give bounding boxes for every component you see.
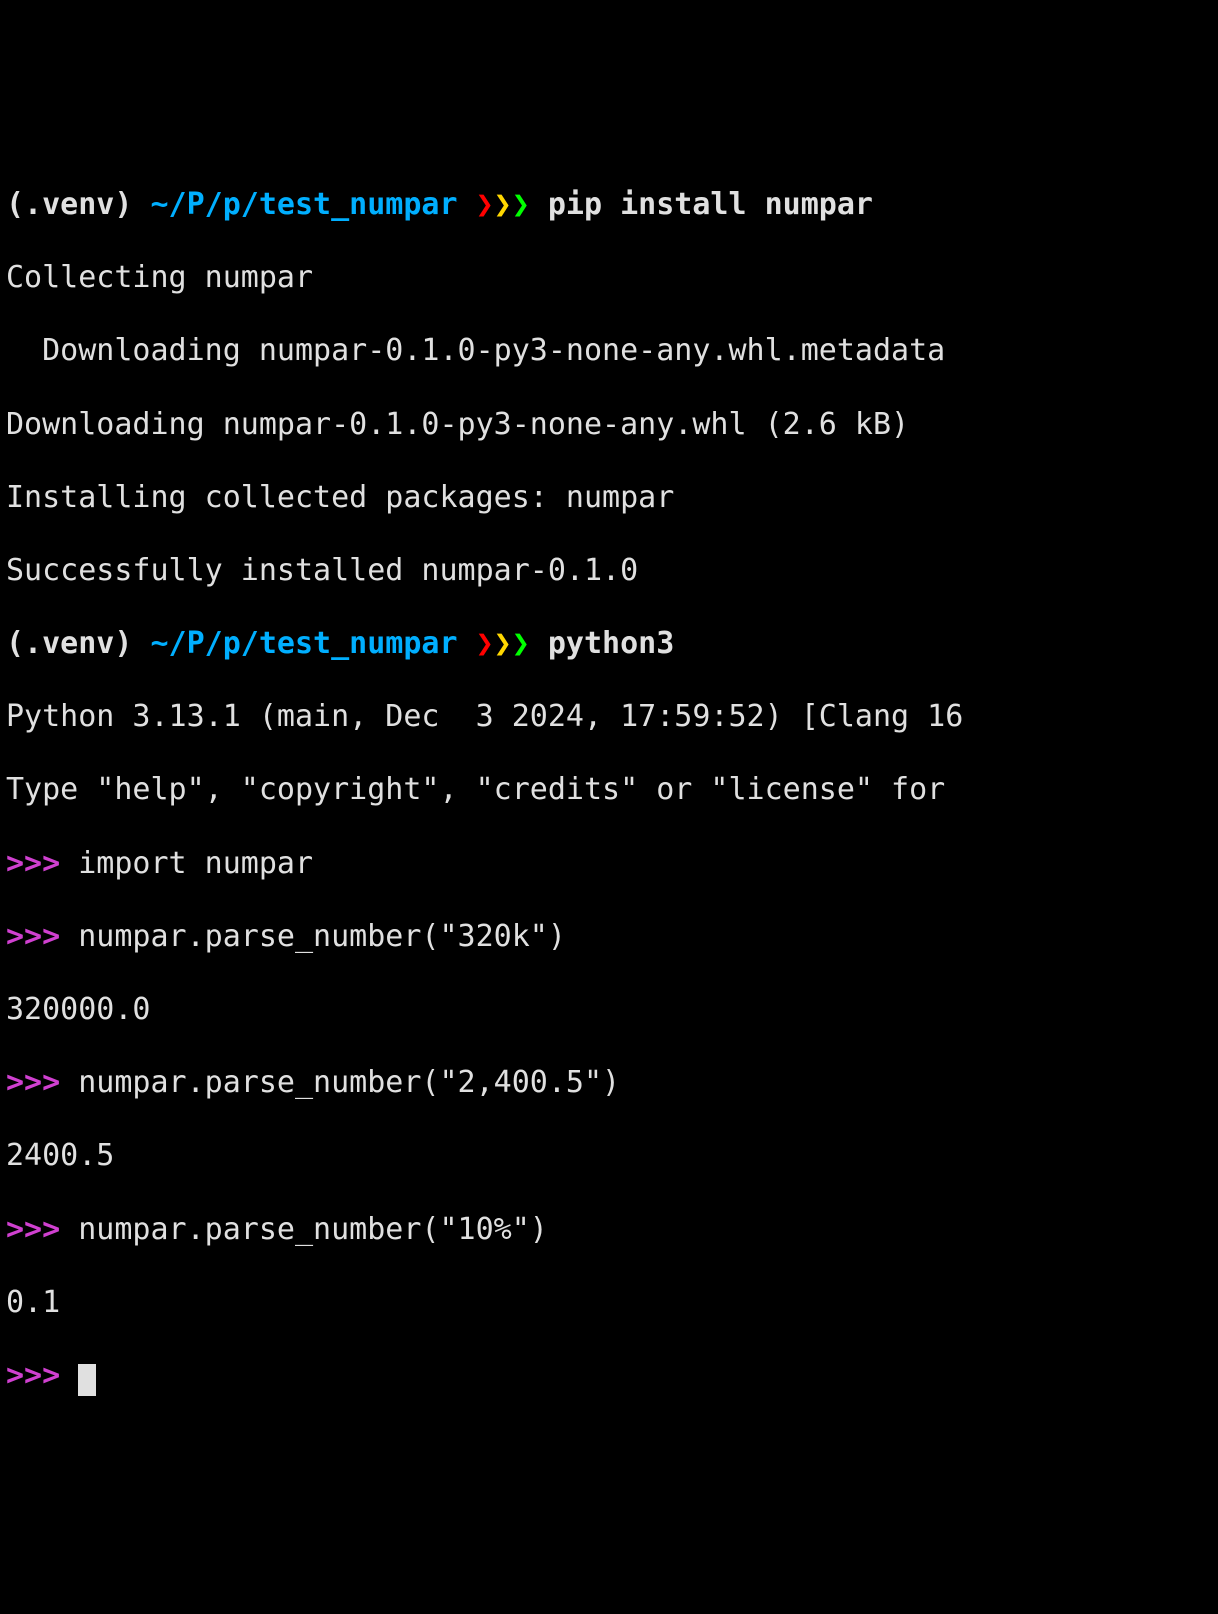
python-input: numpar.parse_number("320k") bbox=[78, 919, 566, 954]
cursor-icon bbox=[78, 1364, 96, 1396]
command-text: python3 bbox=[548, 626, 674, 661]
prompt-chevron-icon: ❯ bbox=[512, 187, 530, 222]
pip-output-line: Installing collected packages: numpar bbox=[6, 480, 1212, 517]
cwd-path: ~/P/p/test_numpar bbox=[151, 187, 458, 222]
pip-output-line: Downloading numpar-0.1.0-py3-none-any.wh… bbox=[6, 407, 1212, 444]
python-input: numpar.parse_number("2,400.5") bbox=[78, 1065, 620, 1100]
prompt-chevron-icon: ❯ bbox=[476, 626, 494, 661]
python-input: import numpar bbox=[78, 846, 313, 881]
python-repl-line: >>> numpar.parse_number("10%") bbox=[6, 1212, 1212, 1249]
prompt-chevron-icon: ❯ bbox=[476, 187, 494, 222]
pip-output-line: Successfully installed numpar-0.1.0 bbox=[6, 553, 1212, 590]
python-repl-line: >>> numpar.parse_number("320k") bbox=[6, 919, 1212, 956]
python-prompt: >>> bbox=[6, 1212, 60, 1247]
python-repl-line: >>> import numpar bbox=[6, 846, 1212, 883]
prompt-chevron-icon: ❯ bbox=[494, 626, 512, 661]
prompt-chevron-icon: ❯ bbox=[512, 626, 530, 661]
prompt-chevron-icon: ❯ bbox=[494, 187, 512, 222]
shell-prompt-line: (.venv) ~/P/p/test_numpar ❯❯❯ pip instal… bbox=[6, 187, 1212, 224]
python-input: numpar.parse_number("10%") bbox=[78, 1212, 548, 1247]
python-repl-line: >>> numpar.parse_number("2,400.5") bbox=[6, 1065, 1212, 1102]
python-prompt: >>> bbox=[6, 1358, 60, 1393]
python-output: 0.1 bbox=[6, 1285, 1212, 1322]
venv-indicator: (.venv) bbox=[6, 187, 132, 222]
pip-output-line: Collecting numpar bbox=[6, 260, 1212, 297]
python-prompt: >>> bbox=[6, 1065, 60, 1100]
python-prompt: >>> bbox=[6, 846, 60, 881]
python-output: 320000.0 bbox=[6, 992, 1212, 1029]
python-repl-line[interactable]: >>> bbox=[6, 1358, 1212, 1395]
python-prompt: >>> bbox=[6, 919, 60, 954]
shell-prompt-line: (.venv) ~/P/p/test_numpar ❯❯❯ python3 bbox=[6, 626, 1212, 663]
python-output: 2400.5 bbox=[6, 1138, 1212, 1175]
terminal[interactable]: (.venv) ~/P/p/test_numpar ❯❯❯ pip instal… bbox=[6, 150, 1212, 1431]
python-banner: Type "help", "copyright", "credits" or "… bbox=[6, 772, 1212, 809]
python-banner: Python 3.13.1 (main, Dec 3 2024, 17:59:5… bbox=[6, 699, 1212, 736]
venv-indicator: (.venv) bbox=[6, 626, 132, 661]
command-text: pip install numpar bbox=[548, 187, 873, 222]
pip-output-line: Downloading numpar-0.1.0-py3-none-any.wh… bbox=[6, 333, 1212, 370]
cwd-path: ~/P/p/test_numpar bbox=[151, 626, 458, 661]
